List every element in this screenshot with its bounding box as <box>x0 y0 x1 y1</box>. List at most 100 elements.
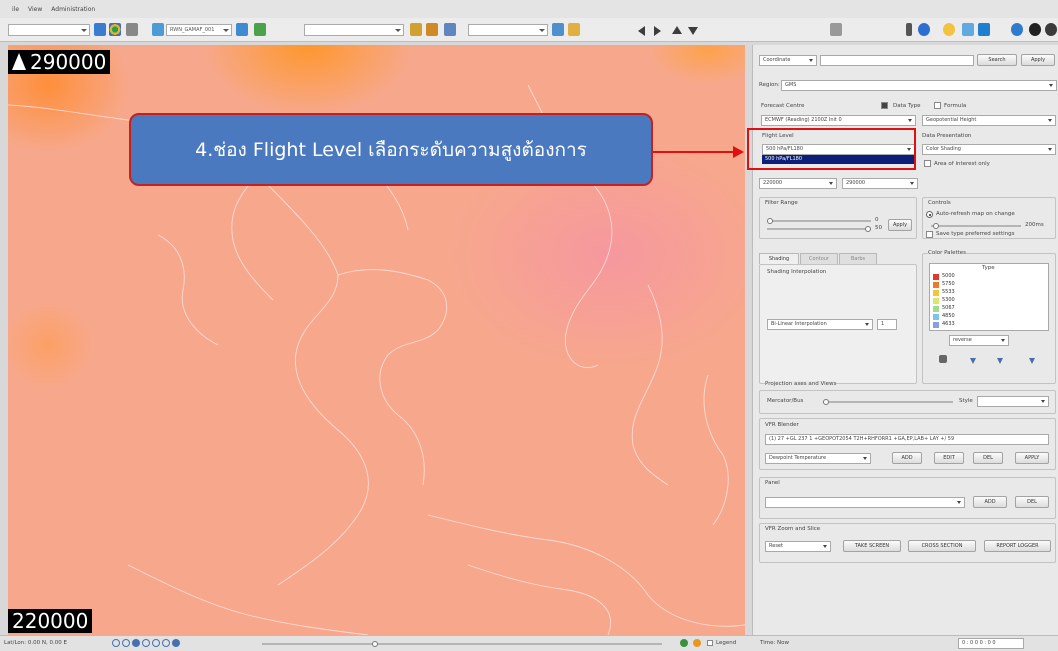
globe-icon[interactable] <box>109 23 121 36</box>
search-mode-select[interactable]: Coordinate <box>759 55 817 66</box>
palette-icon[interactable] <box>410 23 422 36</box>
down-icon[interactable] <box>688 27 698 35</box>
apply-button[interactable]: Apply <box>1021 54 1055 66</box>
chart-icon[interactable] <box>254 23 266 36</box>
take-screen-button[interactable]: TAKE SCREEN <box>843 540 901 552</box>
panel-add-button[interactable]: ADD <box>973 496 1007 508</box>
palette-delete-icon[interactable] <box>1029 358 1035 364</box>
range-min-select[interactable]: 220000 <box>759 178 837 189</box>
tab-contour[interactable]: Contour <box>800 253 838 264</box>
legend-checkbox[interactable] <box>707 640 713 646</box>
toolbar-combo-4[interactable] <box>468 24 548 36</box>
help-icon[interactable] <box>1011 23 1023 36</box>
refresh-slider[interactable] <box>931 223 1021 229</box>
auto-refresh-radio[interactable] <box>926 211 933 218</box>
vfr-apply-button[interactable]: APPLY <box>1015 452 1049 464</box>
rewind-icon[interactable] <box>142 639 150 647</box>
bookmark-icon[interactable] <box>962 23 974 36</box>
panel-select[interactable] <box>765 497 965 508</box>
filter-max-slider[interactable] <box>767 226 871 232</box>
palette-entry[interactable]: 4633 <box>930 321 990 329</box>
formula-checkbox[interactable] <box>934 102 941 109</box>
export-icon[interactable] <box>444 23 456 36</box>
palette-move-icon[interactable] <box>997 358 1003 364</box>
save-icon[interactable] <box>978 23 990 36</box>
palette-folder-icon[interactable] <box>939 355 947 363</box>
time-slider-knob[interactable] <box>372 641 378 647</box>
sort-icon[interactable] <box>830 23 842 36</box>
zoom-reset-select[interactable]: Reset <box>765 541 831 552</box>
menu-file[interactable]: ile <box>12 6 19 13</box>
range-max-select[interactable]: 290000 <box>842 178 918 189</box>
panel-del-button[interactable]: DEL <box>1015 496 1049 508</box>
vfr-add-button[interactable]: ADD <box>892 452 922 464</box>
region-select[interactable]: GMS <box>781 80 1057 91</box>
search-button[interactable]: Search <box>977 54 1017 66</box>
previous-icon[interactable] <box>638 26 645 36</box>
filter-max-knob[interactable] <box>865 226 871 232</box>
vfr-expression-field[interactable]: (1) 27 +GL 237 1 +GEOPOT2054 T2H+RHFORR1… <box>765 434 1049 445</box>
toolbar-combo-3[interactable] <box>304 24 404 36</box>
vfr-edit-button[interactable]: EDIT <box>934 452 964 464</box>
palette-list[interactable]: Type 5000 5750 5533 5300 5067 4850 4633 <box>929 263 1049 331</box>
vfr-blender-label: VFR Blender <box>765 422 799 428</box>
measure-icon[interactable] <box>552 23 564 36</box>
save-type-checkbox[interactable] <box>926 231 933 238</box>
palette-entry[interactable]: 5533 <box>930 289 990 297</box>
tab-shading[interactable]: Shading <box>759 253 799 264</box>
next-icon[interactable] <box>654 26 661 36</box>
palette-order-select[interactable]: reverse <box>949 335 1009 346</box>
data-presentation-select[interactable]: Color Shading <box>922 144 1056 155</box>
refresh-knob[interactable] <box>933 223 939 229</box>
tool-icon[interactable] <box>126 23 138 36</box>
filter-apply-button[interactable]: Apply <box>888 219 912 231</box>
tab-barbs[interactable]: Barbs <box>839 253 877 264</box>
palette-entry[interactable]: 5750 <box>930 281 990 289</box>
interp-select[interactable]: Bi-Linear Interpolation <box>767 319 873 330</box>
data-type-select[interactable]: Geopotential Height <box>922 115 1056 126</box>
toolbar-combo-2[interactable]: RWN_GAMAF_001 <box>166 24 232 36</box>
info-icon[interactable] <box>1029 23 1041 36</box>
pencil-icon[interactable] <box>906 23 912 36</box>
interp-spinner[interactable]: 1 <box>877 319 897 330</box>
palette-entry[interactable]: 5000 <box>930 273 990 281</box>
palette-entry[interactable]: 4850 <box>930 313 990 321</box>
report-logger-button[interactable]: REPORT LOGGER <box>984 540 1051 552</box>
forecast-centre-select[interactable]: ECMWF (Reading) 2100Z Init 0 <box>761 115 916 126</box>
layer-icon[interactable] <box>152 23 164 36</box>
lightbulb-icon[interactable] <box>943 23 955 36</box>
menu-view[interactable]: View <box>28 6 42 13</box>
search-input[interactable] <box>820 55 974 66</box>
palette-down-icon[interactable] <box>970 358 976 364</box>
toolbar-combo-1[interactable] <box>8 24 90 36</box>
record-icon[interactable] <box>172 639 180 647</box>
palette-entry[interactable]: 5067 <box>930 305 990 313</box>
menu-administration[interactable]: Administration <box>51 6 95 13</box>
vfr-variable-select[interactable]: Dewpoint Temperature <box>765 453 871 464</box>
cross-section-button[interactable]: CROSS SECTION <box>908 540 976 552</box>
filter-min-slider[interactable] <box>767 218 871 224</box>
loop-icon[interactable] <box>162 639 170 647</box>
globe-blue-icon[interactable] <box>918 23 930 36</box>
vfr-del-button[interactable]: DEL <box>973 452 1003 464</box>
projection-knob[interactable] <box>823 399 829 405</box>
open-icon[interactable] <box>94 23 106 36</box>
image-icon[interactable] <box>236 23 248 36</box>
projection-slider[interactable] <box>823 399 953 405</box>
stop-icon[interactable] <box>132 639 140 647</box>
play-icon[interactable] <box>112 639 120 647</box>
data-type-checkbox[interactable] <box>881 102 888 109</box>
print-icon[interactable] <box>568 23 580 36</box>
forward-icon[interactable] <box>152 639 160 647</box>
up-icon[interactable] <box>672 26 682 34</box>
palette-entry[interactable]: 5300 <box>930 297 990 305</box>
area-interest-checkbox[interactable] <box>924 160 931 167</box>
filter-min-knob[interactable] <box>767 218 773 224</box>
style-select[interactable] <box>977 396 1049 407</box>
brush-icon[interactable] <box>426 23 438 36</box>
palette-swatch <box>933 290 939 296</box>
projection-label: Projection axes and Views <box>765 381 837 387</box>
time-slider[interactable] <box>262 641 662 647</box>
exit-icon[interactable] <box>1045 23 1057 36</box>
pause-icon[interactable] <box>122 639 130 647</box>
